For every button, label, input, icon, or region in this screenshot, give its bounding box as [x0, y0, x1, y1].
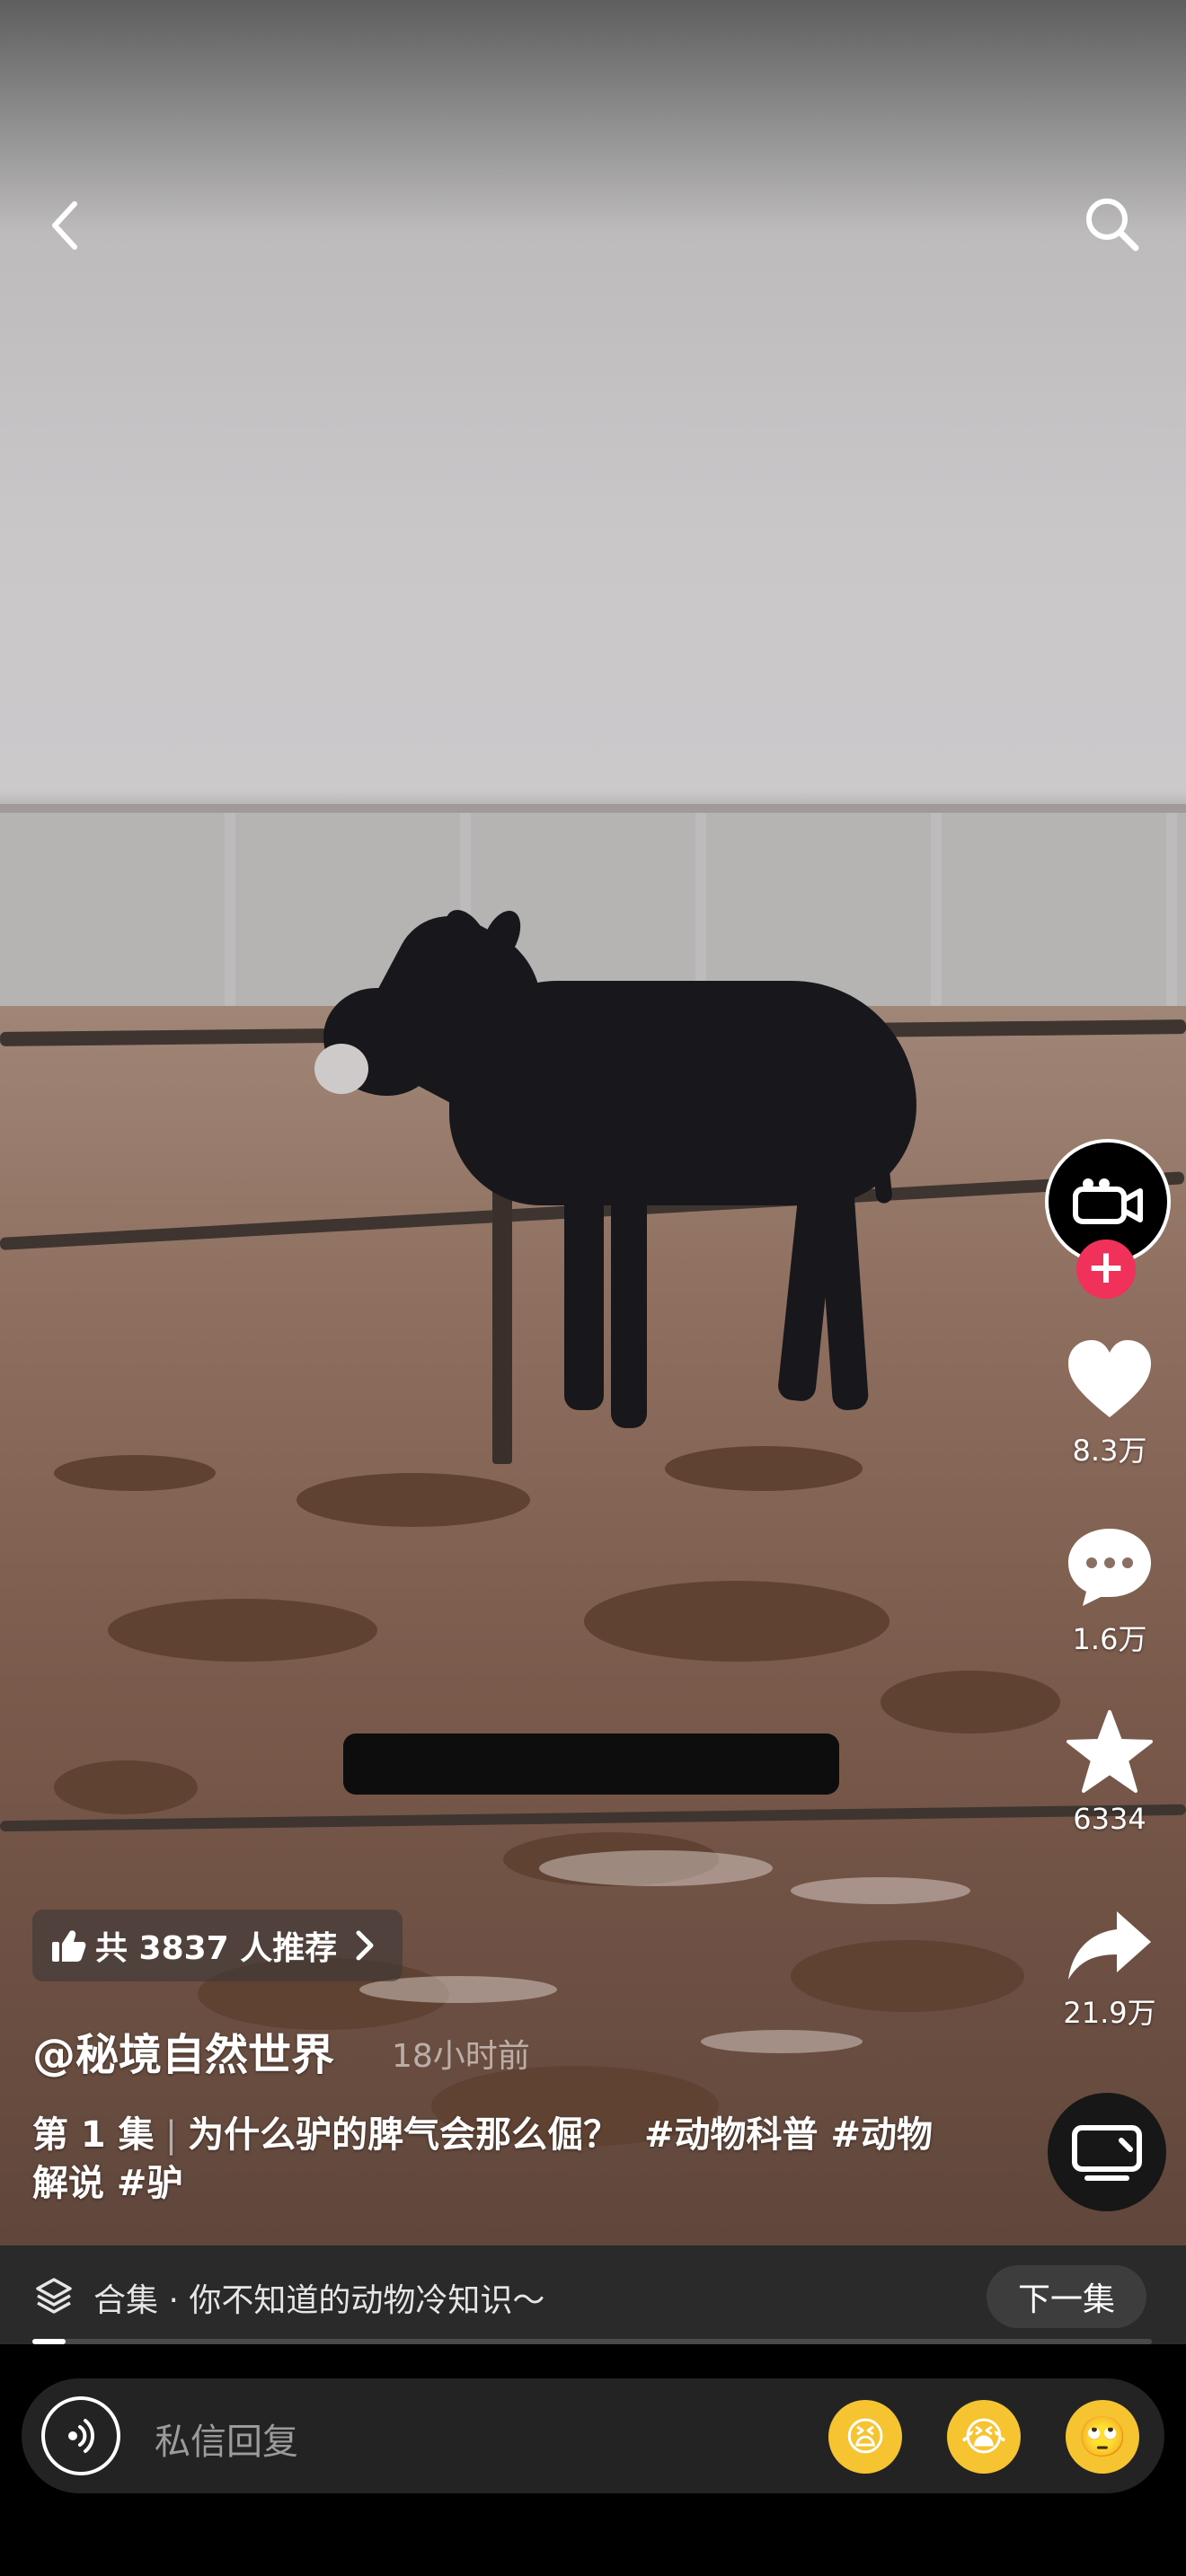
- puddle: [701, 2030, 863, 2053]
- mud-clump: [665, 1446, 863, 1491]
- mud-clump: [881, 1671, 1060, 1734]
- chevron-right-icon: [356, 1930, 374, 1961]
- collection-label: 合集 · 你不知道的动物冷知识～: [93, 2282, 545, 2319]
- thumbs-up-icon: [52, 1930, 86, 1962]
- music-disc-button[interactable]: [1048, 2093, 1166, 2211]
- video-feed-screen: + 8.3万 1.6万 6334 21.9万 共 3837 人推荐 @秘境自然世…: [0, 0, 1186, 2576]
- post-time: 18小时前: [392, 2038, 530, 2075]
- follow-button[interactable]: +: [1076, 1239, 1136, 1299]
- reply-input[interactable]: 私信回复 😫 😭 🙄: [22, 2378, 1164, 2493]
- video-description: 第 1 集 | 为什么驴的脾气会那么倔？ #动物科普 #动物解说 #驴: [32, 2111, 967, 2208]
- voice-icon: [68, 2419, 95, 2453]
- tv-icon: [1072, 2125, 1142, 2181]
- video-player[interactable]: [0, 0, 1186, 2245]
- recommend-chip[interactable]: 共 3837 人推荐: [32, 1910, 403, 1981]
- recommend-text: 共 3837 人推荐: [95, 1930, 338, 1967]
- emoji-eye-roll-button[interactable]: 🙄: [1066, 2400, 1139, 2474]
- like-button[interactable]: 8.3万: [1051, 1338, 1168, 1469]
- mud-clump: [54, 1455, 216, 1491]
- mud-clump: [108, 1599, 377, 1662]
- video-title: 为什么驴的脾气会那么倔？: [188, 2114, 620, 2156]
- share-arrow-icon: [1068, 1911, 1151, 1980]
- puddle: [539, 1850, 773, 1886]
- redacted-subtitle: [343, 1734, 839, 1795]
- next-episode-button[interactable]: 下一集: [987, 2265, 1146, 2328]
- layers-icon: [36, 2278, 72, 2314]
- reply-bar: 私信回复 😫 😭 🙄: [0, 2346, 1186, 2576]
- video-camera-icon: [1073, 1178, 1143, 1224]
- favorite-button[interactable]: 6334: [1051, 1708, 1168, 1836]
- chevron-left-icon: [52, 201, 77, 250]
- puddle: [791, 1877, 970, 1904]
- collection-bar[interactable]: 合集 · 你不知道的动物冷知识～ 下一集: [0, 2245, 1186, 2344]
- search-icon: [1086, 198, 1139, 251]
- episode-label: 第 1 集: [32, 2114, 155, 2156]
- emoji-crying-button[interactable]: 😭: [947, 2400, 1021, 2474]
- star-icon: [1067, 1710, 1153, 1793]
- mud-clump: [296, 1473, 530, 1527]
- mud-clump: [584, 1581, 890, 1662]
- reply-placeholder: 私信回复: [155, 2422, 298, 2463]
- mud-clump: [791, 1940, 1024, 2012]
- heart-icon: [1068, 1340, 1151, 1417]
- back-button[interactable]: [23, 185, 104, 266]
- search-button[interactable]: [1071, 183, 1152, 264]
- author-name[interactable]: @秘境自然世界: [32, 2019, 334, 2082]
- like-count: 8.3万: [1072, 1434, 1147, 1468]
- plus-icon: +: [1086, 1240, 1126, 1294]
- video-progress-bar[interactable]: [32, 2339, 1152, 2344]
- emoji-tired-button[interactable]: 😫: [828, 2400, 902, 2474]
- progress-fill: [32, 2339, 66, 2344]
- comment-button[interactable]: 1.6万: [1051, 1525, 1168, 1658]
- wall-edge: [0, 804, 1186, 813]
- share-count: 21.9万: [1063, 1996, 1156, 2030]
- separator: |: [164, 2114, 178, 2156]
- comment-count: 1.6万: [1072, 1622, 1147, 1656]
- voice-input-button[interactable]: [41, 2396, 120, 2475]
- favorite-count: 6334: [1073, 1802, 1146, 1836]
- mud-clump: [54, 1760, 198, 1814]
- comment-icon: [1068, 1529, 1151, 1606]
- share-button[interactable]: 21.9万: [1051, 1908, 1168, 2032]
